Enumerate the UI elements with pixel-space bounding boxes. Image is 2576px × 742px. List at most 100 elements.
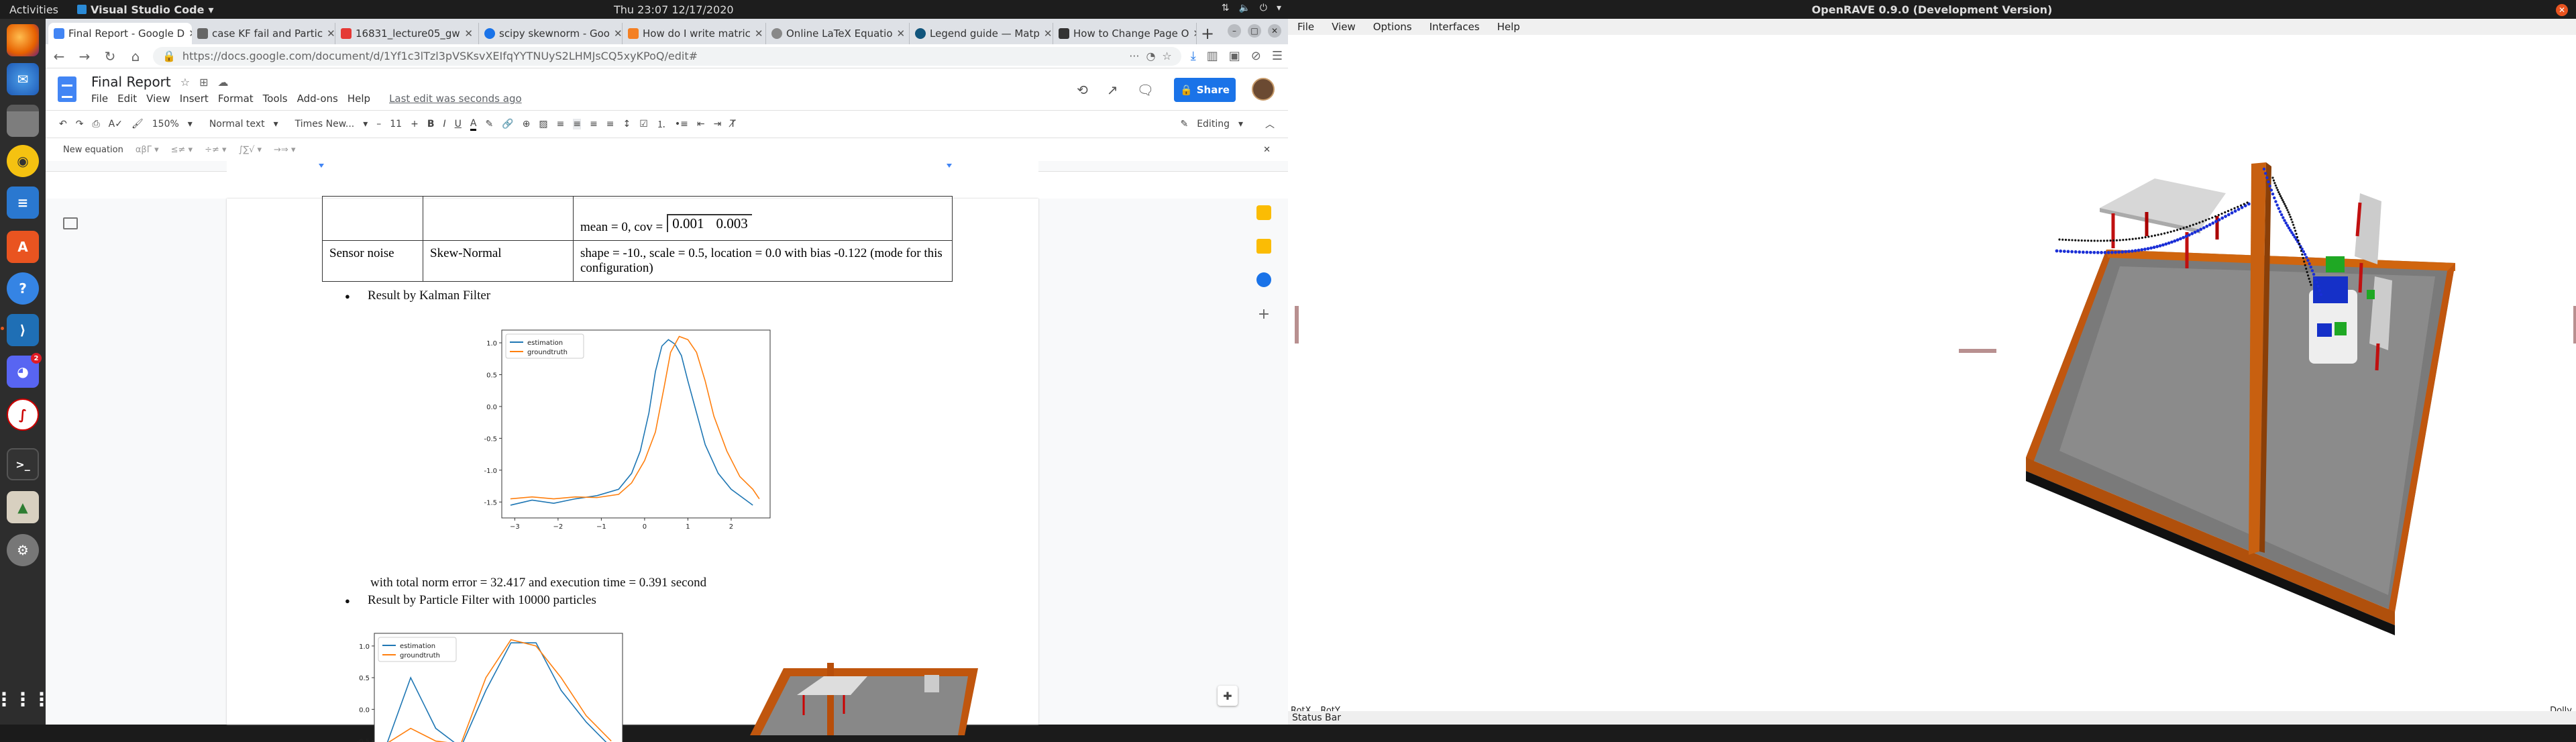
font-size-decrease-icon[interactable]: – [376,119,381,129]
add-addon-icon[interactable]: + [1258,306,1270,323]
tab-1[interactable]: case KF fail and Partic ✕ [192,23,335,44]
document-canvas[interactable]: mean = 0, cov = 0.001 0.003 Sensor noise S… [46,196,1288,742]
extension-icon[interactable]: ⊘ [1251,49,1261,63]
text-color-icon[interactable]: A [470,118,477,131]
app-menu[interactable]: Visual Studio Code ▾ [77,3,213,16]
tasks-icon[interactable] [1256,272,1271,287]
align-center-icon[interactable]: ≡ [573,119,582,129]
parameter-table[interactable]: mean = 0, cov = 0.001 0.003 Sensor noise S… [322,196,953,282]
edit-mode-select[interactable]: Editing [1197,119,1230,129]
back-icon[interactable]: ← [51,48,67,64]
align-right-icon[interactable]: ≡ [590,119,598,129]
minimize-icon[interactable]: – [1228,24,1241,38]
libreoffice-writer-icon[interactable]: ≡ [7,187,39,219]
menu-help[interactable]: Help [347,93,370,105]
download-icon[interactable]: ⤓ [1191,49,1196,63]
sidebar-icon[interactable]: ▣ [1229,49,1240,63]
pocket-icon[interactable]: ◔ [1146,50,1155,62]
system-tray[interactable]: ⇅ 🔈 ⏻ ▾ [1222,3,1281,13]
menu-icon[interactable]: ☰ [1272,49,1283,63]
url-field[interactable]: 🔒 https://docs.google.com/document/d/1Yf1… [153,46,1181,66]
menu-addons[interactable]: Add-ons [297,93,338,105]
new-equation-button[interactable]: New equation [63,145,123,155]
new-tab-button[interactable]: + [1197,23,1218,44]
document-title[interactable]: Final Report [91,74,171,90]
greek-menu[interactable]: αβΓ ▾ [136,145,159,155]
highlight-icon[interactable]: ✎ [485,119,493,129]
table-cell[interactable]: Skew-Normal [423,240,574,282]
line-spacing-icon[interactable]: ↕ [623,119,631,129]
font-select[interactable]: Times New... [295,119,355,129]
table-cell[interactable]: mean = 0, cov = 0.001 0.003 [573,196,953,241]
insert-image-icon[interactable]: ▨ [539,119,547,129]
share-button[interactable]: 🔒 Share [1174,78,1236,102]
files-icon[interactable] [7,105,39,137]
firefox-icon[interactable] [7,24,39,56]
italic-icon[interactable]: I [443,119,445,129]
maximize-icon[interactable]: □ [1248,24,1261,38]
tab-3[interactable]: scipy skewnorm - Goo ✕ [479,23,623,44]
increase-indent-icon[interactable]: ⇥ [714,119,722,129]
image-viewer-icon[interactable]: ▲ [7,491,39,523]
avatar[interactable] [1252,78,1275,101]
table-cell[interactable] [322,196,423,241]
misc-ops-menu[interactable]: ≤≠ ▾ [171,145,193,155]
math-ops-menu[interactable]: ∫∑√ ▾ [239,145,262,155]
arrows-menu[interactable]: →⇒ ▾ [274,145,295,155]
discord-icon[interactable]: ◕ 2 [7,353,42,388]
table-cell[interactable] [423,196,574,241]
cloud-status-icon[interactable]: ☁ [218,76,229,89]
menu-format[interactable]: Format [218,93,254,105]
decrease-indent-icon[interactable]: ⇤ [697,119,705,129]
undo-icon[interactable]: ↶ [59,119,67,129]
kalman-chart[interactable]: 1.0 0.5 0.0 -0.5 -1.0 -1.5 −3 −2 −1 0 1 2 estimation… [468,323,777,538]
justify-icon[interactable]: ≡ [606,119,614,129]
3d-viewer[interactable]: RotX RotY Dolly [1288,35,2576,716]
close-icon[interactable]: ✕ [1044,28,1053,40]
sheets-icon[interactable] [1256,205,1271,220]
star-icon[interactable]: ☆ [1162,50,1171,62]
menu-view[interactable]: View [1332,21,1356,33]
menu-file[interactable]: File [91,93,108,105]
tab-0[interactable]: Final Report - Google D✕ [48,23,192,44]
app-grid-icon[interactable]: ⋮⋮⋮ [0,683,51,715]
paint-format-icon[interactable]: 🖌 [131,119,144,129]
openrave-screenshot-thumbnail[interactable] [723,635,1005,735]
tab-6[interactable]: Legend guide — Matp ✕ [910,23,1053,44]
close-icon[interactable]: ✕ [897,28,906,40]
close-icon[interactable]: ✕ [755,28,763,40]
more-icon[interactable]: ··· [1129,50,1139,62]
style-select[interactable]: Normal text [209,119,265,129]
particle-chart[interactable]: 1.0 0.5 0.0 -0.5 estimation groundtruth [347,628,629,742]
collapse-icon[interactable]: ︿ [1265,117,1275,131]
checklist-icon[interactable]: ☑ [639,119,648,129]
menu-tools[interactable]: Tools [263,93,288,105]
thunderbird-icon[interactable]: ✉ [7,63,39,95]
trending-icon[interactable]: ↗ [1107,82,1118,98]
menu-help[interactable]: Help [1497,21,1520,33]
rotx-slider[interactable] [1295,306,1299,343]
home-icon[interactable]: ⌂ [127,48,144,64]
settings-icon[interactable]: ⚙ [7,534,39,566]
inkscape-icon[interactable]: ∫ [7,399,39,431]
relations-menu[interactable]: ÷≠ ▾ [205,145,226,155]
reload-icon[interactable]: ↻ [102,48,118,64]
dolly-slider[interactable] [1959,349,1996,353]
terminal-icon[interactable]: >_ [7,448,39,480]
link-icon[interactable]: 🔗 [502,119,513,129]
tab-2[interactable]: 16831_lecture05_gw ✕ [335,23,479,44]
menu-view[interactable]: View [146,93,170,105]
ruler[interactable] [46,161,1288,172]
table-cell[interactable]: shape = -10., scale = 0.5, location = 0.… [573,240,953,282]
rhythmbox-icon[interactable]: ◉ [7,145,39,177]
activities-button[interactable]: Activities [9,3,58,16]
bulleted-list-icon[interactable]: •≡ [675,119,688,129]
font-size-increase-icon[interactable]: + [411,119,419,129]
clock[interactable]: Thu 23:07 12/17/2020 [614,3,734,16]
tab-5[interactable]: Online LaTeX Equatio ✕ [766,23,910,44]
document-outline-icon[interactable] [63,217,78,229]
bold-icon[interactable]: B [427,119,435,129]
close-window-icon[interactable]: ✕ [1268,24,1281,38]
move-folder-icon[interactable]: ⊞ [199,76,208,89]
print-icon[interactable]: ⎙ [92,119,99,129]
